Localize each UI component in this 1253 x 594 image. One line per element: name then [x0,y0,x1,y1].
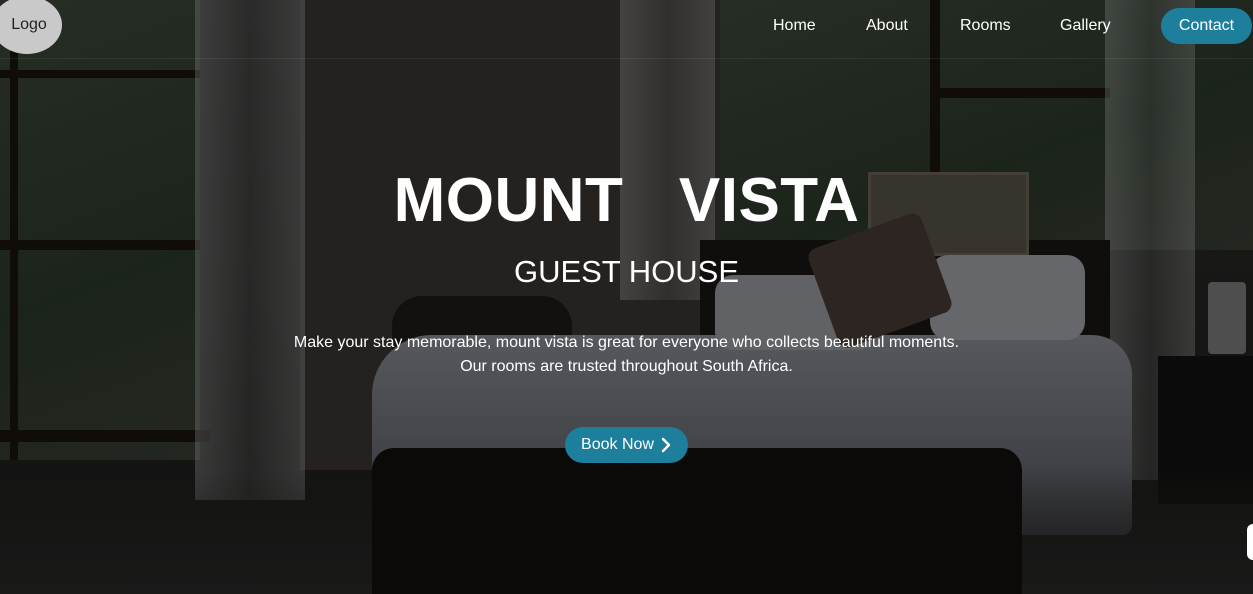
hero-title: MOUNT VISTA [393,166,860,235]
book-now-label: Book Now [581,436,654,453]
book-now-button[interactable]: Book Now [565,427,688,463]
nav-link-about[interactable]: About [866,17,908,35]
nav-link-rooms[interactable]: Rooms [960,17,1011,35]
contact-button[interactable]: Contact [1161,8,1252,44]
hero-description-line-2: Our rooms are trusted throughout South A… [460,358,793,375]
logo[interactable]: Logo [0,0,62,54]
hero-section: Logo Home About Rooms Gallery Contact MO… [0,0,1253,594]
nav-link-home[interactable]: Home [773,17,816,35]
scroll-edge-marker [1247,524,1253,560]
hero-subtitle: GUEST HOUSE [513,254,740,289]
hero-description: Make your stay memorable, mount vista is… [0,331,1253,379]
navbar: Logo Home About Rooms Gallery Contact [0,0,1253,59]
hero-description-line-1: Make your stay memorable, mount vista is… [293,334,960,351]
dark-overlay [0,0,1253,594]
nav-link-gallery[interactable]: Gallery [1060,17,1111,35]
chevron-right-icon [661,437,671,453]
